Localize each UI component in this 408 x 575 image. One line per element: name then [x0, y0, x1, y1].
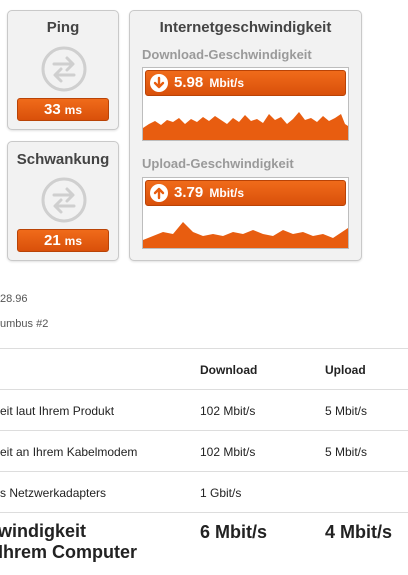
row-upload: 5 Mbit/s [325, 445, 368, 459]
total-label-line1: windigkeit [0, 521, 87, 541]
download-graph [143, 112, 348, 140]
internet-speed-card: Internetgeschwindigkeit Download-Geschwi… [129, 10, 362, 261]
total-upload: 4 Mbit/s [325, 522, 393, 542]
row-download: 102 Mbit/s [200, 404, 256, 418]
jitter-value-badge: 21 ms [17, 229, 109, 252]
download-value: 5.98 [174, 74, 204, 91]
table-divider [0, 512, 408, 513]
jitter-value: 21 [43, 232, 61, 249]
table-divider [0, 471, 408, 472]
sync-arrows-icon [41, 177, 87, 223]
total-download: 6 Mbit/s [200, 522, 268, 542]
row-upload: 5 Mbit/s [325, 404, 368, 418]
upload-speed-title: Upload-Geschwindigkeit [142, 156, 294, 171]
download-arrow-icon [150, 74, 168, 92]
row-label: eit an Ihrem Kabelmodem [0, 445, 138, 459]
ping-value-badge: 33 ms [17, 98, 109, 121]
jitter-card: Schwankung 21 ms [7, 141, 119, 261]
server-ip-text: 28.96 [0, 293, 28, 305]
row-label: eit laut Ihrem Produkt [0, 404, 115, 418]
ping-title: Ping [46, 19, 80, 36]
row-download: 1 Gbit/s [200, 486, 242, 500]
sync-arrows-icon [41, 46, 87, 92]
jitter-unit: ms [64, 234, 83, 248]
upload-value-badge: 3.79 Mbit/s [145, 180, 346, 206]
ping-unit: ms [64, 103, 83, 117]
download-unit: Mbit/s [209, 76, 245, 90]
ping-value: 33 [43, 101, 61, 118]
download-column-header: Download [200, 363, 258, 377]
row-download: 102 Mbit/s [200, 445, 256, 459]
upload-panel: 3.79 Mbit/s [142, 177, 349, 249]
download-value-badge: 5.98 Mbit/s [145, 70, 346, 96]
internet-speed-title: Internetgeschwindigkeit [159, 19, 332, 36]
table-divider [0, 430, 408, 431]
download-speed-title: Download-Geschwindigkeit [142, 47, 312, 62]
download-panel: 5.98 Mbit/s [142, 67, 349, 141]
jitter-title: Schwankung [16, 151, 110, 168]
upload-graph [143, 222, 348, 248]
total-label-line2: Ihrem Computer [0, 542, 138, 562]
upload-arrow-icon [150, 184, 168, 202]
table-divider [0, 389, 408, 390]
upload-unit: Mbit/s [209, 186, 245, 200]
upload-column-header: Upload [325, 363, 366, 377]
upload-value: 3.79 [174, 184, 204, 201]
table-divider [0, 348, 408, 349]
row-label: s Netzwerkadapters [0, 486, 107, 500]
server-name-text: umbus #2 [0, 318, 49, 330]
ping-card: Ping 33 ms [7, 10, 119, 130]
